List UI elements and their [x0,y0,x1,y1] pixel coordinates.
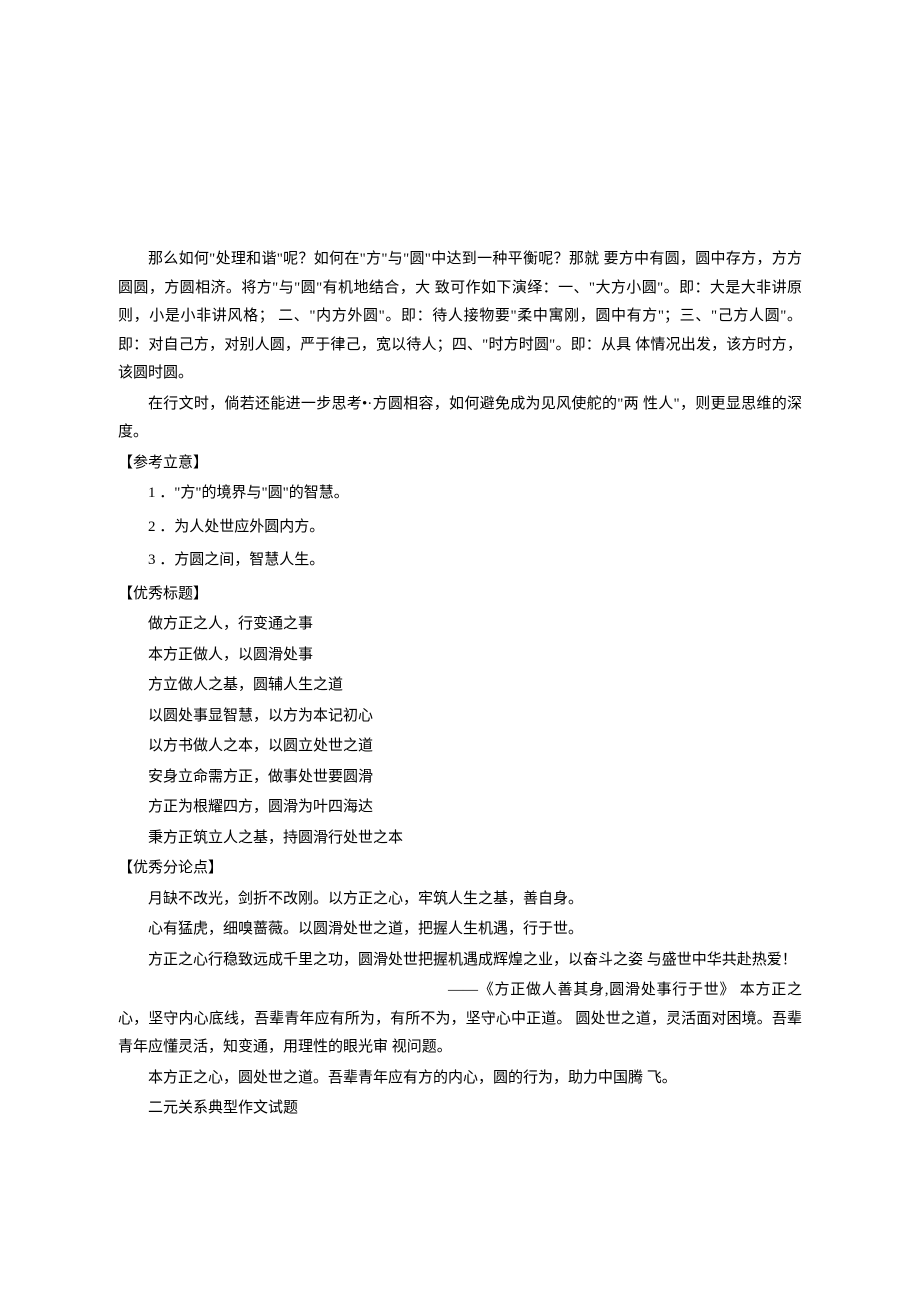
subpoint-item-2: 心有猛虎，细嗅蔷薇。以圆滑处世之道，把握人生机遇，行于世。 [118,915,802,944]
section-titles-label: 【优秀标题】 [118,580,802,609]
document-content: 那么如何"处理和谐"呢？如何在"方"与"圆"中达到一种平衡呢？那就 要方中有圆，… [118,245,802,1123]
title-item-6: 安身立命需方正，做事处世要圆滑 [118,763,802,792]
title-item-5: 以方书做人之本，以圆立处世之道 [118,732,802,761]
tail-paragraph-2: 二元关系典型作文试题 [118,1094,802,1123]
section-subpoints-label: 【优秀分论点】 [118,854,802,883]
paragraph-2: 在行文时，倘若还能进一步思考•·方圆相容，如何避免成为见风使舵的"两 性人"，则… [118,390,802,447]
title-item-2: 本方正做人，以圆滑处事 [118,641,802,670]
reference-item-3: 3 ．方圆之间，智慧人生。 [118,546,802,575]
title-item-8: 秉方正筑立人之基，持圆滑行处世之本 [118,824,802,853]
citation-text: ——《方正做人善其身,圆滑处事行于世》 本方正之心，坚守内心底线，吾辈青年应有所… [118,976,802,1062]
title-item-4: 以圆处事显智慧，以方为本记初心 [118,702,802,731]
subpoint-item-1: 月缺不改光，剑折不改刚。以方正之心，牢筑人生之基，善自身。 [118,885,802,914]
title-item-7: 方正为根耀四方，圆滑为叶四海达 [118,793,802,822]
title-item-3: 方立做人之基，圆辅人生之道 [118,671,802,700]
reference-item-1: 1 ．"方"的境界与"圆"的智慧。 [118,479,802,508]
section-reference-label: 【参考立意】 [118,449,802,478]
subpoint-item-3: 方正之心行稳致远成千里之功，圆滑处世把握机遇成辉煌之业，以奋斗之姿 与盛世中华共… [118,946,802,975]
citation-line: ——《方正做人善其身,圆滑处事行于世》 本方正之心，坚守内心底线，吾辈青年应有所… [118,976,802,1062]
reference-item-2: 2 ．为人处世应外圆内方。 [118,513,802,542]
paragraph-1: 那么如何"处理和谐"呢？如何在"方"与"圆"中达到一种平衡呢？那就 要方中有圆，… [118,245,802,388]
title-item-1: 做方正之人，行变通之事 [118,610,802,639]
tail-paragraph-1: 本方正之心，圆处世之道。吾辈青年应有方的内心，圆的行为，助力中国腾 飞。 [118,1064,802,1093]
